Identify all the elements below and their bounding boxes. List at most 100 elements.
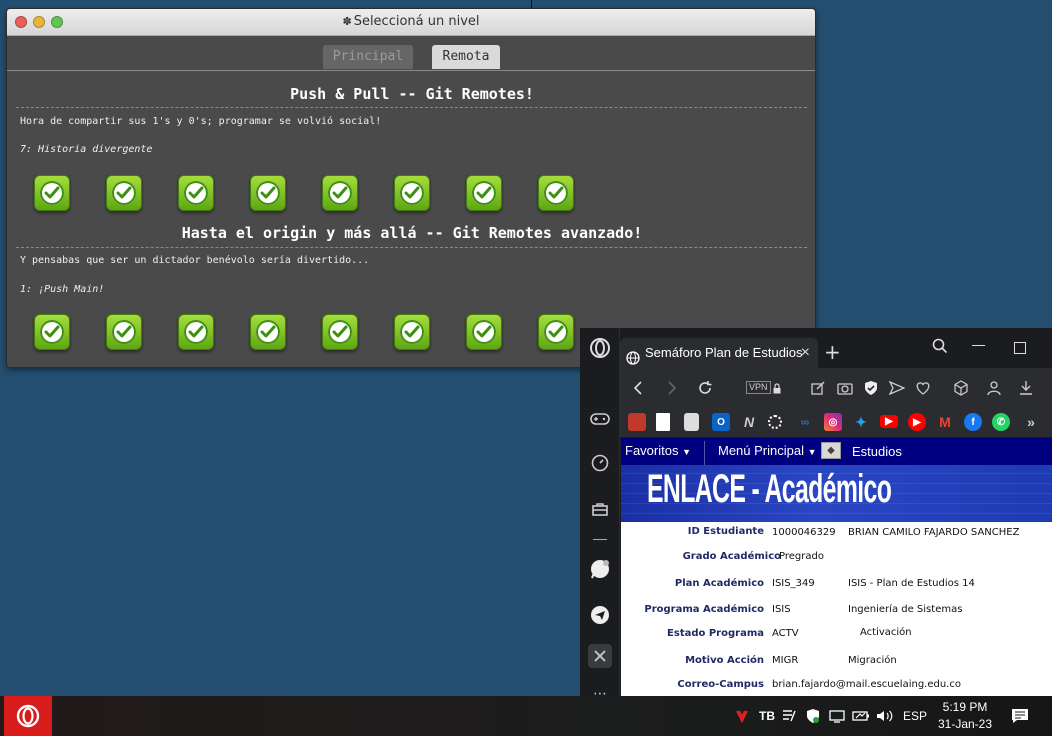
clock[interactable]: 5:19 PM 31-Jan-23 — [930, 699, 1000, 733]
sidebar-divider — [593, 539, 607, 540]
checkmark-icon — [256, 320, 280, 344]
reload-icon[interactable] — [695, 378, 715, 398]
youtube-music-icon[interactable]: ▶ — [908, 413, 926, 431]
field-label: Motivo Acción — [685, 655, 764, 666]
close-tab-icon[interactable]: × — [801, 338, 810, 368]
speedometer-icon[interactable] — [588, 451, 612, 475]
profile-icon[interactable] — [984, 378, 1004, 398]
briefcase-icon[interactable] — [588, 497, 612, 521]
heart-icon[interactable] — [913, 378, 933, 398]
facebook-icon[interactable]: f — [964, 413, 982, 431]
desktop-divider — [531, 0, 532, 8]
link-icon[interactable]: ∞ — [796, 413, 814, 431]
field-value: ACTV — [772, 628, 799, 639]
youtube-icon[interactable]: ▶ — [880, 415, 898, 428]
banner-title: ENLACE - Académico — [647, 467, 892, 511]
field-row: Estado Programa ACTV Activación — [621, 627, 1052, 648]
menu-principal[interactable]: Menú Principal ▼ — [718, 443, 817, 458]
battery-tray-icon[interactable] — [852, 708, 870, 724]
tb-tray-icon[interactable]: TB — [758, 708, 776, 724]
maximize-browser-button[interactable] — [1014, 342, 1026, 354]
window-titlebar[interactable]: ✽ Seleccioná un nivel — [7, 9, 815, 36]
chevron-down-icon: ▼ — [807, 447, 817, 457]
twitter-icon[interactable]: ✦ — [852, 413, 870, 431]
close-window-button[interactable] — [15, 16, 27, 28]
level-button[interactable] — [34, 314, 70, 350]
level-button[interactable] — [106, 175, 142, 211]
field-label: Correo-Campus — [677, 679, 764, 690]
tab-strip: Semáforo Plan de Estudios × + — [620, 328, 1052, 368]
menu-separator — [704, 441, 705, 465]
more-icon[interactable]: ⋯ — [588, 682, 612, 696]
crest-icon[interactable] — [628, 413, 646, 431]
outlook-icon[interactable]: O — [712, 413, 730, 431]
security-tray-icon[interactable] — [804, 708, 822, 724]
language-indicator[interactable]: ESP — [902, 708, 928, 724]
more-bookmarks-icon[interactable]: » — [1022, 413, 1040, 431]
clock-time: 5:19 PM — [942, 700, 988, 714]
maximize-window-button[interactable] — [51, 16, 63, 28]
breadcrumb-estudios[interactable]: Estudios — [852, 444, 902, 459]
level-button[interactable] — [178, 175, 214, 211]
level-button[interactable] — [250, 175, 286, 211]
camera-icon[interactable] — [835, 378, 855, 398]
shield-icon[interactable] — [861, 378, 881, 398]
level-button[interactable] — [466, 314, 502, 350]
browser-tab[interactable]: Semáforo Plan de Estudios × — [620, 338, 818, 368]
opera-taskbar-icon[interactable] — [4, 696, 52, 736]
back-icon[interactable] — [628, 378, 648, 398]
sidebar-setup-icon[interactable] — [588, 644, 612, 668]
level-button[interactable] — [538, 175, 574, 211]
edit-icon[interactable] — [808, 378, 828, 398]
level-button[interactable] — [394, 175, 430, 211]
banner: ENLACE - Académico — [621, 465, 1052, 522]
clock-date: 31-Jan-23 — [937, 717, 993, 731]
level-button[interactable] — [466, 175, 502, 211]
volume-tray-icon[interactable] — [876, 708, 894, 724]
gmail-icon[interactable]: M — [936, 413, 954, 431]
send-icon[interactable] — [887, 378, 907, 398]
forward-icon[interactable] — [662, 378, 682, 398]
minimize-browser-button[interactable] — [972, 345, 985, 346]
telegram-icon[interactable] — [588, 603, 612, 627]
field-value: ISIS_349 — [772, 578, 815, 589]
level-button[interactable] — [394, 314, 430, 350]
menu-favoritos[interactable]: Favoritos ▼ — [625, 443, 691, 458]
level-button[interactable] — [322, 175, 358, 211]
whatsapp-icon[interactable]: ✆ — [992, 413, 1010, 431]
level-button[interactable] — [322, 314, 358, 350]
download-icon[interactable] — [1016, 378, 1036, 398]
minimize-window-button[interactable] — [33, 16, 45, 28]
notepad-tray-icon[interactable] — [780, 708, 798, 724]
level-button[interactable] — [34, 175, 70, 211]
checkmark-icon — [472, 320, 496, 344]
bookmarks-bar: O N ∞ ◎ ✦ ▶ ▶ M f ✆ » — [620, 408, 1052, 438]
calculator-icon[interactable] — [684, 413, 699, 431]
level-button[interactable] — [538, 314, 574, 350]
display-tray-icon[interactable] — [828, 708, 846, 724]
level-button[interactable] — [178, 314, 214, 350]
breadcrumb-icon[interactable]: ◆ — [821, 442, 841, 459]
opera-logo-icon[interactable] — [588, 336, 612, 360]
cube-icon[interactable] — [951, 378, 971, 398]
field-label: Estado Programa — [667, 628, 764, 639]
checkmark-icon — [112, 181, 136, 205]
search-icon[interactable] — [932, 338, 948, 358]
circle-dots-icon[interactable] — [768, 415, 782, 429]
tab-principal[interactable]: Principal — [323, 45, 413, 69]
field-value: Ingeniería de Sistemas — [848, 604, 963, 615]
tab-remota[interactable]: Remota — [432, 45, 500, 69]
level-button[interactable] — [250, 314, 286, 350]
gamepad-icon[interactable] — [588, 407, 612, 431]
whatsapp-icon[interactable] — [588, 557, 612, 581]
document-icon[interactable] — [656, 413, 670, 431]
level-button[interactable] — [106, 314, 142, 350]
instagram-icon[interactable]: ◎ — [824, 413, 842, 431]
field-value: 1000046329 — [772, 527, 836, 538]
notifications-icon[interactable] — [1010, 708, 1030, 724]
new-tab-button[interactable]: + — [824, 340, 841, 364]
checkmark-icon — [40, 320, 64, 344]
n-logo-icon[interactable]: N — [740, 413, 758, 431]
vivaldi-tray-icon[interactable] — [734, 708, 750, 724]
gear-icon: ✽ — [342, 15, 352, 28]
